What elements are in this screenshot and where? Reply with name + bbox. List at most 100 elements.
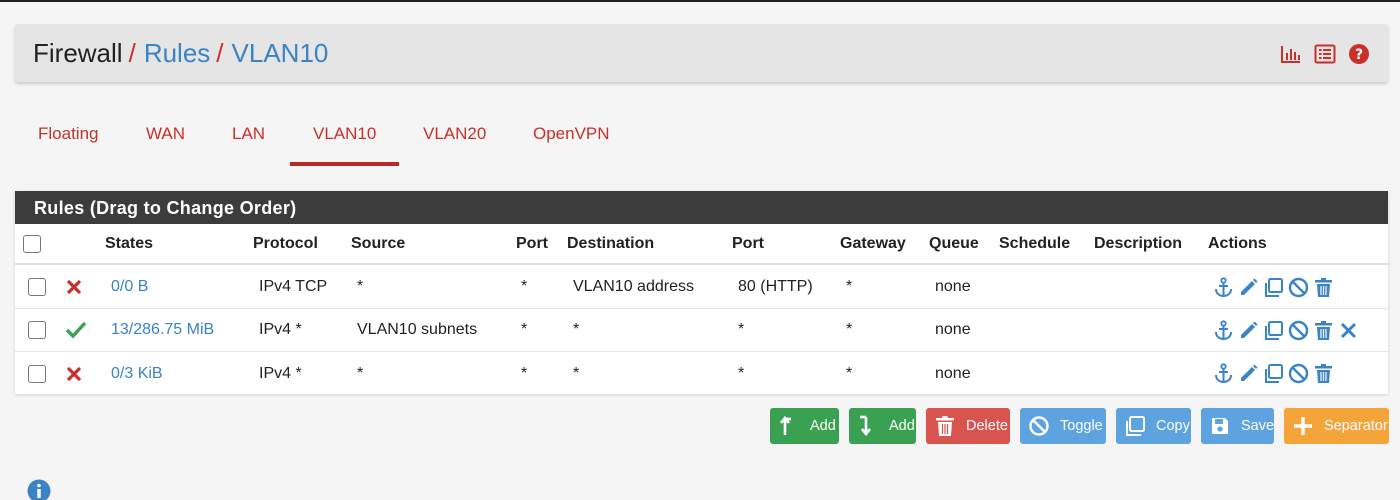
- anchor-icon[interactable]: [1213, 363, 1234, 384]
- block-icon: [66, 352, 82, 395]
- list-icon[interactable]: [1314, 43, 1336, 65]
- save-button[interactable]: Save: [1201, 408, 1274, 444]
- svg-text:?: ?: [1355, 47, 1363, 63]
- copy-button[interactable]: Copy: [1116, 408, 1191, 444]
- table-row[interactable]: 0/3 KiB IPv4 * * * * * * none: [15, 352, 1388, 395]
- col-actions: Actions: [1208, 234, 1267, 252]
- tab-wan[interactable]: WAN: [130, 108, 201, 166]
- select-all-checkbox[interactable]: [23, 234, 41, 253]
- breadcrumb-separator: /: [216, 38, 224, 68]
- row-checkbox[interactable]: [28, 364, 46, 383]
- tab-lan[interactable]: LAN: [216, 108, 281, 166]
- col-states: States: [105, 234, 154, 252]
- copy-icon[interactable]: [1263, 277, 1284, 298]
- queue: none: [935, 278, 971, 295]
- source: VLAN10 subnets: [357, 321, 478, 338]
- breadcrumb-separator: /: [128, 38, 136, 68]
- dest-port: *: [738, 321, 745, 338]
- rules-panel: Rules (Drag to Change Order) States Prot…: [15, 191, 1388, 394]
- states-link[interactable]: 13/286.75 MiB: [111, 309, 214, 351]
- arrow-down-icon: [857, 415, 879, 437]
- toggle-button[interactable]: Toggle: [1020, 408, 1106, 444]
- row-checkbox[interactable]: [28, 321, 46, 339]
- disable-icon[interactable]: [1288, 363, 1309, 384]
- gateway: *: [846, 278, 853, 295]
- pass-icon: [65, 309, 87, 351]
- disable-icon: [1028, 415, 1050, 437]
- protocol: IPv4 TCP: [259, 278, 328, 295]
- anchor-icon[interactable]: [1213, 319, 1234, 341]
- help-icon[interactable]: ?: [1348, 43, 1370, 65]
- row-checkbox[interactable]: [28, 278, 46, 296]
- source-port: *: [521, 364, 528, 382]
- source-port: *: [521, 278, 528, 295]
- separator-button[interactable]: Separator: [1284, 408, 1389, 444]
- trash-icon: [934, 415, 956, 437]
- delete-button[interactable]: Delete: [926, 408, 1010, 444]
- col-dest-port: Port: [732, 234, 764, 252]
- save-label: Save: [1241, 418, 1275, 434]
- add-top-label: Add: [810, 418, 836, 434]
- destination: *: [573, 321, 580, 338]
- separator-label: Separator: [1324, 418, 1388, 434]
- anchor-icon[interactable]: [1213, 276, 1234, 298]
- plus-icon: [1292, 415, 1314, 437]
- dest-port: 80 (HTTP): [738, 278, 813, 295]
- col-source-port: Port: [516, 234, 548, 252]
- tab-vlan20[interactable]: VLAN20: [407, 108, 502, 166]
- block-icon: [66, 266, 82, 308]
- table-row[interactable]: 13/286.75 MiB IPv4 * VLAN10 subnets * * …: [15, 309, 1388, 352]
- pencil-icon[interactable]: [1238, 363, 1259, 384]
- row-actions: [1213, 266, 1334, 308]
- source: *: [357, 278, 364, 295]
- info-icon[interactable]: [27, 479, 51, 500]
- top-border: [0, 0, 1400, 2]
- row-actions: [1213, 309, 1359, 351]
- disable-icon[interactable]: [1288, 320, 1309, 341]
- copy-label: Copy: [1156, 418, 1190, 434]
- tab-floating[interactable]: Floating: [22, 108, 114, 166]
- protocol: IPv4 *: [259, 321, 302, 338]
- table-header: States Protocol Source Port Destination …: [15, 224, 1388, 265]
- copy-icon[interactable]: [1263, 363, 1284, 384]
- toggle-label: Toggle: [1060, 418, 1103, 434]
- trash-icon[interactable]: [1313, 363, 1334, 384]
- trash-icon[interactable]: [1313, 320, 1334, 341]
- col-source: Source: [351, 234, 406, 252]
- add-bottom-label: Add: [889, 418, 915, 434]
- disable-icon[interactable]: [1288, 277, 1309, 298]
- queue: none: [935, 321, 971, 338]
- col-description: Description: [1094, 234, 1183, 252]
- breadcrumb-rules-link[interactable]: Rules: [144, 38, 210, 68]
- pencil-icon[interactable]: [1238, 277, 1259, 298]
- protocol: IPv4 *: [259, 364, 302, 382]
- add-top-button[interactable]: Add: [770, 408, 839, 444]
- breadcrumb: Firewall / Rules / VLAN10: [33, 38, 328, 68]
- col-destination: Destination: [567, 234, 655, 252]
- col-gateway: Gateway: [840, 234, 906, 252]
- table-row[interactable]: 0/0 B IPv4 TCP * * VLAN10 address 80 (HT…: [15, 266, 1388, 309]
- gateway: *: [846, 364, 853, 382]
- source: *: [357, 364, 364, 382]
- chart-icon[interactable]: [1280, 43, 1302, 65]
- col-schedule: Schedule: [999, 234, 1071, 252]
- copy-icon[interactable]: [1263, 320, 1284, 341]
- pencil-icon[interactable]: [1238, 320, 1259, 341]
- states-link[interactable]: 0/3 KiB: [111, 352, 163, 395]
- tab-vlan10[interactable]: VLAN10: [290, 108, 400, 166]
- col-queue: Queue: [929, 234, 979, 252]
- add-bottom-button[interactable]: Add: [849, 408, 916, 444]
- arrow-up-icon: [778, 415, 800, 437]
- destination: *: [573, 364, 580, 382]
- destination: VLAN10 address: [573, 278, 694, 295]
- trash-icon[interactable]: [1313, 277, 1334, 298]
- page-header: Firewall / Rules / VLAN10 ?: [15, 24, 1388, 82]
- col-protocol: Protocol: [253, 234, 318, 252]
- breadcrumb-firewall: Firewall: [33, 38, 123, 68]
- source-port: *: [521, 321, 528, 338]
- header-icons: ?: [1280, 43, 1370, 65]
- tab-openvpn[interactable]: OpenVPN: [517, 108, 626, 166]
- close-icon[interactable]: [1338, 320, 1359, 341]
- states-link[interactable]: 0/0 B: [111, 266, 148, 308]
- breadcrumb-vlan10-link[interactable]: VLAN10: [232, 38, 329, 68]
